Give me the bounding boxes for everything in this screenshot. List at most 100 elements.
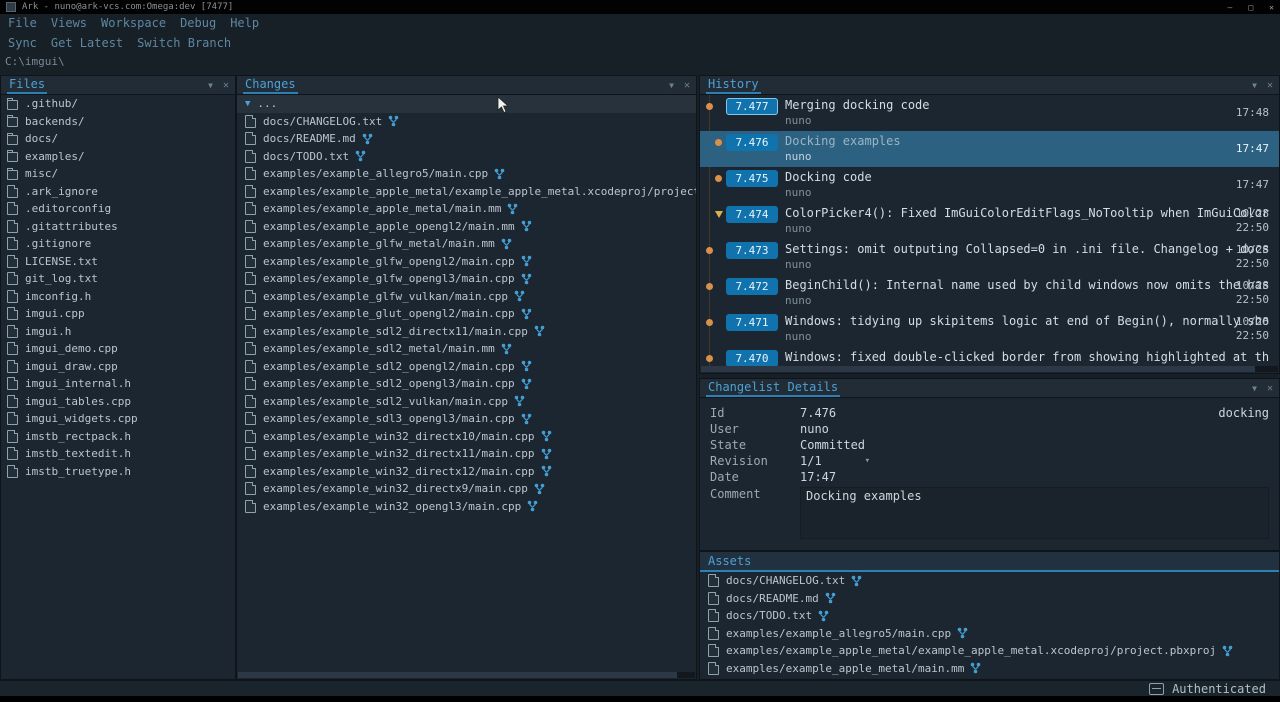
changeset-title: Windows: fixed double-clicked border fro… xyxy=(785,350,1271,365)
filter-icon[interactable]: ▼ xyxy=(1252,81,1257,90)
changed-file-row[interactable]: examples/example_win32_opengl3/main.cpp xyxy=(237,498,696,516)
file-tree-item[interactable]: .gitattributes xyxy=(1,218,235,236)
history-row[interactable]: 7.473 Settings: omit outputing Collapsed… xyxy=(700,239,1279,275)
filter-icon[interactable]: ▼ xyxy=(208,81,213,90)
file-tree-item[interactable]: imstb_rectpack.h xyxy=(1,428,235,446)
menu-item[interactable]: Debug xyxy=(180,16,216,30)
changed-file-row[interactable]: examples/example_glfw_vulkan/main.cpp xyxy=(237,288,696,306)
file-tree-item[interactable]: .gitignore xyxy=(1,235,235,253)
state-value: Committed xyxy=(800,438,865,452)
toolbar: Sync Get Latest Switch Branch xyxy=(0,33,1280,52)
filter-icon[interactable]: ▼ xyxy=(1252,384,1257,393)
changed-file-name: examples/example_win32_directx12/main.cp… xyxy=(263,465,535,478)
revision-dropdown[interactable]: 1/1 ▾ xyxy=(800,454,870,468)
file-tree-item[interactable]: imgui.cpp xyxy=(1,305,235,323)
asset-row[interactable]: examples/example_allegro5/main.cpp xyxy=(700,625,1279,643)
changed-file-row[interactable]: docs/CHANGELOG.txt xyxy=(237,113,696,131)
close-icon[interactable]: ✕ xyxy=(1267,80,1273,91)
history-row[interactable]: 7.475 Docking code nuno 17:47 xyxy=(700,167,1279,203)
changed-file-row[interactable]: examples/example_sdl2_metal/main.mm xyxy=(237,340,696,358)
history-row[interactable]: 7.476 Docking examples nuno 17:47 xyxy=(700,131,1279,167)
changed-file-row[interactable]: examples/example_apple_metal/example_app… xyxy=(237,183,696,201)
changed-file-row[interactable]: docs/README.md xyxy=(237,130,696,148)
changed-file-row[interactable]: examples/example_glut_opengl2/main.cpp xyxy=(237,305,696,323)
changeset-date: 10/28 xyxy=(1236,279,1269,293)
file-tree-item[interactable]: backends/ xyxy=(1,113,235,131)
menu-item[interactable]: Workspace xyxy=(101,16,166,30)
history-row[interactable]: 7.470 Windows: fixed double-clicked bord… xyxy=(700,347,1279,366)
file-tree-item[interactable]: .ark_ignore xyxy=(1,183,235,201)
changed-file-row[interactable]: examples/example_win32_directx11/main.cp… xyxy=(237,445,696,463)
changed-file-row[interactable]: examples/example_apple_opengl2/main.mm xyxy=(237,218,696,236)
revision-value: 1/1 xyxy=(800,454,822,468)
file-tree-item[interactable]: docs/ xyxy=(1,130,235,148)
changed-file-row[interactable]: examples/example_sdl3_opengl3/main.cpp xyxy=(237,410,696,428)
menu-item[interactable]: Help xyxy=(230,16,259,30)
asset-row[interactable]: docs/TODO.txt xyxy=(700,607,1279,625)
history-row[interactable]: 7.474 ColorPicker4(): Fixed ImGuiColorEd… xyxy=(700,203,1279,239)
file-tree-item[interactable]: imgui_draw.cpp xyxy=(1,358,235,376)
menu-item[interactable]: File xyxy=(8,16,37,30)
changed-file-row[interactable]: examples/example_win32_directx12/main.cp… xyxy=(237,463,696,481)
filter-icon[interactable]: ▼ xyxy=(669,81,674,90)
changed-file-name: examples/example_win32_directx10/main.cp… xyxy=(263,430,535,443)
file-tree-item[interactable]: LICENSE.txt xyxy=(1,253,235,271)
file-tree-item[interactable]: imgui_tables.cpp xyxy=(1,393,235,411)
file-tree-item[interactable]: imstb_textedit.h xyxy=(1,445,235,463)
file-tree-item[interactable]: imconfig.h xyxy=(1,288,235,306)
file-tree-item[interactable]: imgui.h xyxy=(1,323,235,341)
branch-fork-icon xyxy=(507,203,518,215)
menu-item[interactable]: Views xyxy=(51,16,87,30)
changed-file-row[interactable]: examples/example_sdl2_opengl2/main.cpp xyxy=(237,358,696,376)
changed-file-name: examples/example_win32_directx9/main.cpp xyxy=(263,482,528,495)
history-row[interactable]: 7.472 BeginChild(): Internal name used b… xyxy=(700,275,1279,311)
changed-file-row[interactable]: examples/example_glfw_metal/main.mm xyxy=(237,235,696,253)
scrollbar-thumb[interactable] xyxy=(238,672,677,678)
file-name: docs/ xyxy=(25,132,58,145)
minimize-button[interactable]: — xyxy=(1228,3,1233,12)
changed-file-row[interactable]: examples/example_sdl2_opengl3/main.cpp xyxy=(237,375,696,393)
file-tree-item[interactable]: imgui_internal.h xyxy=(1,375,235,393)
file-tree-item[interactable]: imgui_widgets.cpp xyxy=(1,410,235,428)
close-icon[interactable]: ✕ xyxy=(684,80,690,91)
toolbar-button[interactable]: Switch Branch xyxy=(137,36,231,50)
changed-file-row[interactable]: examples/example_sdl2_vulkan/main.cpp xyxy=(237,393,696,411)
asset-row[interactable]: docs/README.md xyxy=(700,590,1279,608)
changeset-title: BeginChild(): Internal name used by chil… xyxy=(785,278,1271,293)
changes-root-row[interactable]: ▼ ... xyxy=(237,95,696,113)
file-tree-item[interactable]: misc/ xyxy=(1,165,235,183)
close-icon[interactable]: ✕ xyxy=(1267,383,1273,394)
maximize-button[interactable]: □ xyxy=(1248,3,1253,12)
horizontal-scrollbar[interactable] xyxy=(701,366,1278,372)
close-icon[interactable]: ✕ xyxy=(223,80,229,91)
asset-file-name: docs/CHANGELOG.txt xyxy=(726,574,845,587)
asset-row[interactable]: examples/example_apple_metal/main.mm xyxy=(700,660,1279,678)
changed-file-row[interactable]: examples/example_apple_metal/main.mm xyxy=(237,200,696,218)
branch-name: docking xyxy=(1218,406,1269,420)
changed-file-row[interactable]: docs/TODO.txt xyxy=(237,148,696,166)
collapse-caret-icon[interactable]: ▼ xyxy=(245,99,250,109)
changed-file-row[interactable]: examples/example_win32_directx9/main.cpp xyxy=(237,480,696,498)
file-tree-item[interactable]: imstb_truetype.h xyxy=(1,463,235,481)
file-tree-item[interactable]: imgui_demo.cpp xyxy=(1,340,235,358)
assets-panel-title: Assets xyxy=(706,554,753,569)
file-icon xyxy=(7,412,18,425)
changed-file-row[interactable]: examples/example_glfw_opengl3/main.cpp xyxy=(237,270,696,288)
toolbar-button[interactable]: Get Latest xyxy=(51,36,123,50)
scrollbar-thumb[interactable] xyxy=(701,366,1255,372)
toolbar-button[interactable]: Sync xyxy=(8,36,37,50)
changed-file-row[interactable]: examples/example_win32_directx10/main.cp… xyxy=(237,428,696,446)
changed-file-row[interactable]: examples/example_allegro5/main.cpp xyxy=(237,165,696,183)
changed-file-row[interactable]: examples/example_sdl2_directx11/main.cpp xyxy=(237,323,696,341)
changed-file-row[interactable]: examples/example_glfw_opengl2/main.cpp xyxy=(237,253,696,271)
horizontal-scrollbar[interactable] xyxy=(238,672,695,678)
asset-row[interactable]: examples/example_apple_metal/example_app… xyxy=(700,642,1279,660)
file-tree-item[interactable]: git_log.txt xyxy=(1,270,235,288)
history-row[interactable]: 7.471 Windows: tidying up skipitems logi… xyxy=(700,311,1279,347)
file-tree-item[interactable]: examples/ xyxy=(1,148,235,166)
file-tree-item[interactable]: .github/ xyxy=(1,95,235,113)
history-row[interactable]: 7.477 Merging docking code nuno 17:48 xyxy=(700,95,1279,131)
close-button[interactable]: ✕ xyxy=(1269,3,1274,12)
asset-row[interactable]: docs/CHANGELOG.txt xyxy=(700,572,1279,590)
file-tree-item[interactable]: .editorconfig xyxy=(1,200,235,218)
